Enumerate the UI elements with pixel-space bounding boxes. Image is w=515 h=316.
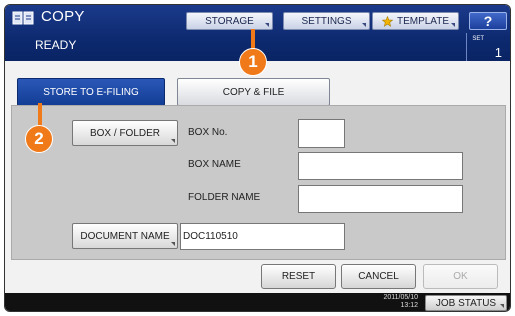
- reset-button[interactable]: RESET: [261, 264, 336, 289]
- copy-screen: COPY READY STORAGE SETTINGS TEMPLATE ? S…: [4, 4, 511, 312]
- cancel-label: CANCEL: [358, 271, 399, 282]
- tab-store-to-efiling[interactable]: STORE TO E-FILING: [17, 78, 165, 106]
- cancel-button[interactable]: CANCEL: [341, 264, 416, 289]
- ok-button[interactable]: OK: [423, 264, 498, 289]
- document-name-field[interactable]: DOC110510: [180, 223, 345, 250]
- tab-copyfile-label: COPY & FILE: [222, 86, 285, 98]
- submenu-arrow-icon: [171, 139, 175, 143]
- callout-pointer-1: [251, 29, 255, 49]
- ok-label: OK: [453, 271, 468, 282]
- machine-status: READY: [35, 38, 77, 52]
- set-count: 1: [494, 45, 502, 60]
- submenu-arrow-icon: [451, 23, 455, 27]
- box-folder-button[interactable]: BOX / FOLDER: [72, 120, 178, 146]
- copy-mode-icon: [12, 11, 34, 25]
- page-title: COPY: [41, 8, 85, 25]
- time-text: 13:12: [400, 302, 418, 309]
- status-bar: 2011/05/10 13:12 JOB STATUS: [5, 293, 510, 311]
- submenu-arrow-icon: [362, 23, 366, 27]
- help-button[interactable]: ?: [469, 12, 507, 30]
- submenu-arrow-icon: [265, 23, 269, 27]
- box-name-label: BOX NAME: [188, 159, 241, 170]
- efiling-form-panel: BOX / FOLDER BOX No. BOX NAME FOLDER NAM…: [11, 105, 506, 260]
- star-icon: [381, 15, 393, 27]
- job-status-label: JOB STATUS: [435, 297, 497, 309]
- storage-button-label: STORAGE: [205, 15, 254, 27]
- document-name-button-label: DOCUMENT NAME: [80, 230, 170, 242]
- box-name-field[interactable]: [298, 152, 463, 180]
- box-no-field[interactable]: [298, 119, 345, 148]
- tab-copy-and-file[interactable]: COPY & FILE: [177, 78, 330, 106]
- tab-store-label: STORE TO E-FILING: [43, 86, 139, 98]
- box-no-label: BOX No.: [188, 127, 228, 138]
- submenu-arrow-icon: [171, 242, 175, 246]
- callout-badge-2: 2: [25, 125, 53, 153]
- date-time: 2011/05/10 13:12: [383, 294, 418, 310]
- header-divider: [466, 33, 467, 61]
- submenu-arrow-icon: [500, 304, 504, 308]
- box-folder-label: BOX / FOLDER: [89, 127, 160, 139]
- callout-badge-1: 1: [239, 48, 267, 76]
- storage-button[interactable]: STORAGE: [186, 12, 273, 30]
- job-status-button[interactable]: JOB STATUS: [425, 295, 507, 311]
- reset-label: RESET: [281, 271, 316, 282]
- settings-button[interactable]: SETTINGS: [283, 12, 370, 30]
- folder-name-field[interactable]: [298, 185, 463, 213]
- set-label: SET: [472, 36, 484, 42]
- template-button-label: TEMPLATE: [396, 15, 450, 27]
- date-text: 2011/05/10: [383, 294, 418, 301]
- folder-name-label: FOLDER NAME: [188, 192, 261, 203]
- document-name-button[interactable]: DOCUMENT NAME: [72, 223, 178, 249]
- help-icon: ?: [483, 13, 493, 29]
- template-button[interactable]: TEMPLATE: [372, 12, 459, 30]
- callout-pointer-2: [38, 103, 42, 127]
- settings-button-label: SETTINGS: [301, 15, 352, 27]
